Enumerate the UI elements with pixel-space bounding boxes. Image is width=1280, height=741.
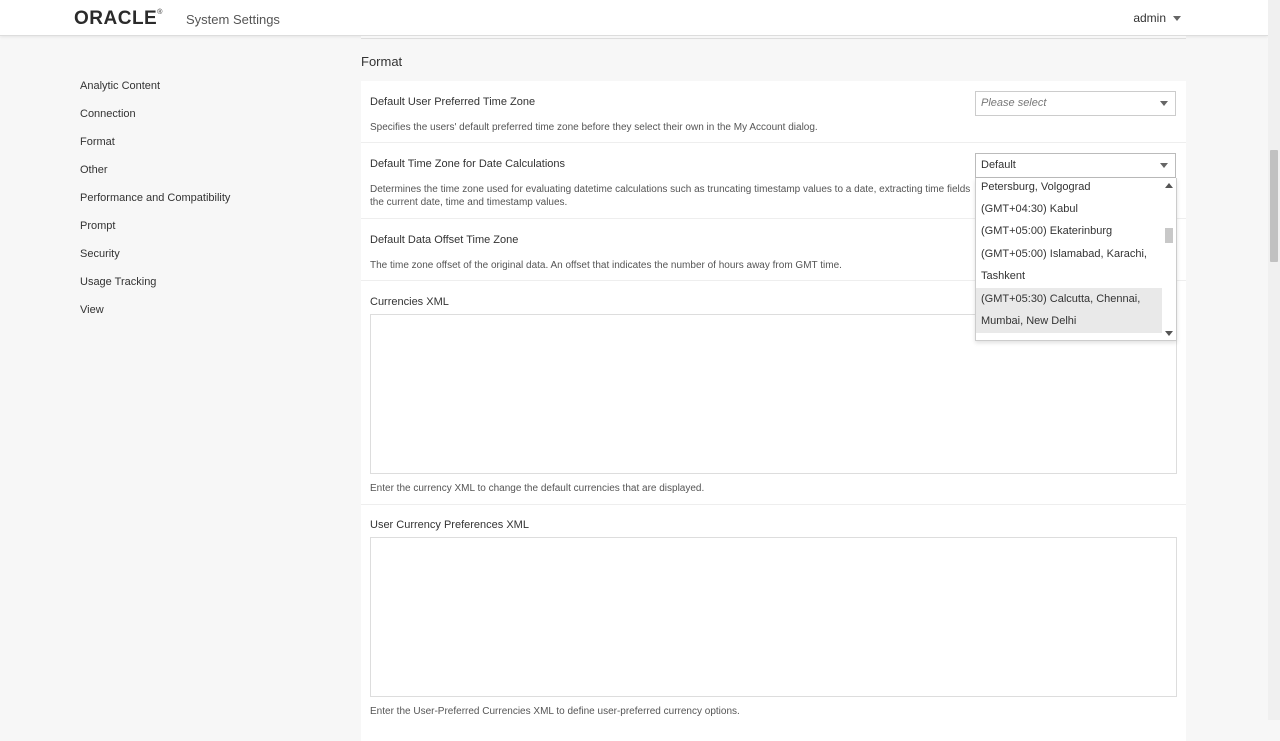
setting-description: Determines the time zone used for evalua… [370,183,970,209]
scroll-thumb[interactable] [1165,228,1173,243]
sidebar-nav: Analytic Content Connection Format Other… [80,78,340,330]
user-menu[interactable]: admin [1133,11,1181,25]
setting-row-user-currency-xml: User Currency Preferences XML Enter the … [361,505,1186,741]
dropdown-option[interactable]: (GMT+05:00) Islamabad, Karachi, [976,243,1162,266]
sidebar-item-connection[interactable]: Connection [80,106,340,134]
sidebar-item-performance[interactable]: Performance and Compatibility [80,190,340,218]
setting-row-preferred-tz: Default User Preferred Time Zone Please … [361,81,1186,143]
setting-label: Default User Preferred Time Zone [370,96,536,108]
preferred-tz-select[interactable]: Please select [975,91,1176,116]
dropdown-scrollbar[interactable] [1162,178,1176,340]
logo-registered-mark: ® [157,9,163,16]
dropdown-option[interactable]: Tashkent [976,265,1162,288]
setting-description: Specifies the users' default preferred t… [370,122,818,133]
scroll-down-icon[interactable] [1165,331,1173,336]
setting-label: Default Time Zone for Date Calculations [370,158,566,170]
sidebar-item-other[interactable]: Other [80,162,340,190]
select-placeholder: Please select [981,97,1047,109]
page-scroll-thumb[interactable] [1270,150,1278,262]
dropdown-option[interactable]: (GMT+05:00) Ekaterinburg [976,220,1162,243]
dropdown-option[interactable]: (GMT+04:30) Kabul [976,198,1162,221]
page-title: Format [361,54,403,69]
setting-description: Enter the currency XML to change the def… [370,483,705,494]
sidebar-item-format[interactable]: Format [80,134,340,162]
setting-label: Default Data Offset Time Zone [370,234,519,246]
dropdown-option[interactable]: Petersburg, Volgograd [976,178,1162,199]
section-divider [361,36,1186,39]
user-currency-xml-textarea[interactable] [370,537,1177,697]
chevron-down-icon [1160,163,1168,168]
oracle-logo: ORACLE® [74,8,163,30]
sidebar-item-usage-tracking[interactable]: Usage Tracking [80,274,340,302]
date-calc-tz-select[interactable]: Default [975,153,1176,178]
select-value: Default [981,159,1016,171]
setting-label: User Currency Preferences XML [370,519,529,531]
setting-description: Enter the User-Preferred Currencies XML … [370,706,740,717]
dropdown-option-selected[interactable]: (GMT+05:30) Calcutta, Chennai, [976,288,1162,311]
sidebar-item-analytic-content[interactable]: Analytic Content [80,78,340,106]
sidebar-item-view[interactable]: View [80,302,340,330]
page-scrollbar[interactable] [1268,0,1280,720]
chevron-down-icon [1173,15,1181,21]
logo-text: ORACLE [74,8,158,29]
sidebar-item-security[interactable]: Security [80,246,340,274]
description-line: Determines the time zone used for evalua… [370,184,971,195]
scroll-up-icon[interactable] [1165,183,1173,188]
timezone-dropdown-list[interactable]: Petersburg, Volgograd (GMT+04:30) Kabul … [975,178,1177,341]
user-name: admin [1133,11,1166,25]
chevron-down-icon [1160,101,1168,106]
dropdown-option-selected[interactable]: Mumbai, New Delhi [976,310,1162,333]
setting-description: The time zone offset of the original dat… [370,260,842,271]
sidebar-item-prompt[interactable]: Prompt [80,218,340,246]
description-line: the current date, time and timestamp val… [370,197,568,208]
app-header: ORACLE® System Settings admin [0,0,1268,36]
setting-label: Currencies XML [370,296,449,308]
app-title: System Settings [186,12,280,27]
